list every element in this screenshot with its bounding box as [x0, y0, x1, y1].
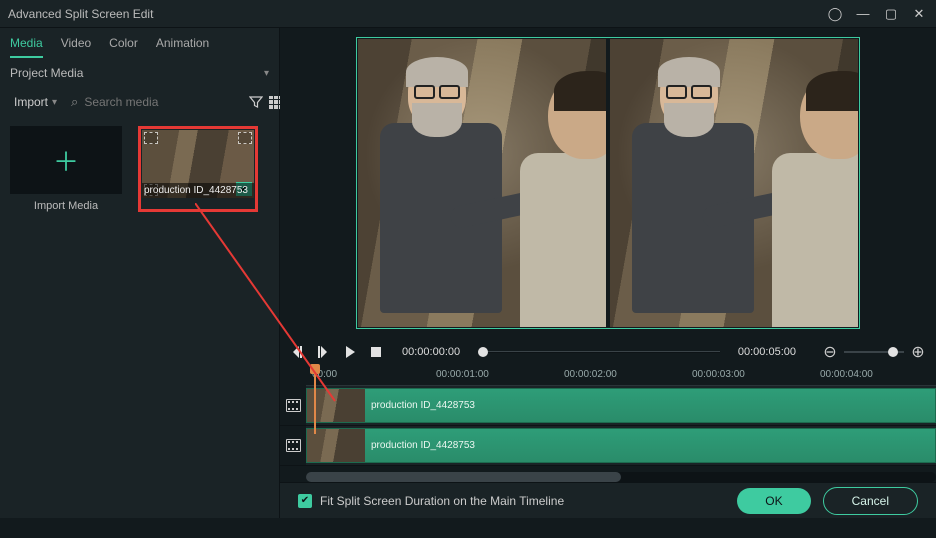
sidebar: Media Video Color Animation Project Medi…: [0, 28, 280, 518]
help-icon[interactable]: ◯: [826, 5, 844, 23]
import-button[interactable]: Import ▾: [10, 92, 61, 112]
stop-button[interactable]: [368, 344, 384, 360]
clip-label: production ID_4428753: [371, 440, 475, 451]
title-bar: Advanced Split Screen Edit ◯ — ▢ ✕: [0, 0, 936, 28]
tab-bar: Media Video Color Animation: [0, 28, 279, 58]
timeline-clip[interactable]: production ID_4428753: [306, 428, 936, 463]
import-media-label: Import Media: [10, 200, 122, 212]
transport-bar: 00:00:00:00 00:00:05:00 ⊖ ⊕: [280, 338, 936, 366]
fit-duration-checkbox[interactable]: ✔ Fit Split Screen Duration on the Main …: [298, 494, 725, 508]
seek-slider[interactable]: [478, 345, 720, 359]
chevron-down-icon: ▾: [264, 68, 269, 79]
timeline-clip[interactable]: production ID_4428753: [306, 388, 936, 423]
project-media-label: Project Media: [10, 66, 264, 80]
import-toolbar: Import ▾ ⌕: [0, 88, 279, 116]
track-body[interactable]: production ID_4428753: [306, 426, 936, 465]
track-head-icon[interactable]: [280, 439, 306, 452]
zoom-in-button[interactable]: ⊕: [910, 344, 926, 360]
track-body[interactable]: production ID_4428753: [306, 386, 936, 425]
video-track-1: production ID_4428753: [280, 386, 936, 426]
clip-name-label: production ID_4428753: [142, 183, 254, 198]
timeline: 00:00 00:00:01:00 00:00:02:00 00:00:03:0…: [280, 366, 936, 482]
media-grid: ＋ Import Media ✔ production ID_4428753: [0, 116, 279, 222]
clip-label: production ID_4428753: [371, 400, 475, 411]
tab-color[interactable]: Color: [109, 36, 138, 58]
plus-icon: ＋: [53, 142, 79, 179]
project-media-dropdown[interactable]: Project Media ▾: [0, 58, 279, 88]
tab-media[interactable]: Media: [10, 36, 43, 58]
tracks: production ID_4428753 production ID_4428…: [280, 386, 936, 466]
current-timecode: 00:00:00:00: [402, 346, 460, 358]
maximize-button[interactable]: ▢: [882, 5, 900, 23]
preview-pane-left[interactable]: [358, 39, 606, 327]
import-media-tile[interactable]: ＋ Import Media: [10, 126, 122, 212]
timeline-ruler[interactable]: 00:00 00:00:01:00 00:00:02:00 00:00:03:0…: [306, 366, 936, 386]
fit-duration-label: Fit Split Screen Duration on the Main Ti…: [320, 494, 564, 508]
close-button[interactable]: ✕: [910, 5, 928, 23]
cancel-button[interactable]: Cancel: [823, 487, 918, 515]
main-area: Media Video Color Animation Project Medi…: [0, 28, 936, 518]
filmstrip-icon: [286, 399, 301, 412]
video-track-2: production ID_4428753: [280, 426, 936, 466]
ruler-tick: 00:00:04:00: [820, 369, 873, 380]
zoom-slider[interactable]: [844, 351, 904, 353]
search-field[interactable]: ⌕: [67, 92, 243, 112]
preview-pane-right[interactable]: [610, 39, 858, 327]
prev-frame-button[interactable]: [290, 344, 306, 360]
ruler-tick: 00:00:01:00: [436, 369, 489, 380]
playhead[interactable]: [314, 366, 316, 434]
search-input[interactable]: [84, 95, 239, 109]
duration-timecode: 00:00:05:00: [738, 346, 796, 358]
content-area: 00:00:00:00 00:00:05:00 ⊖ ⊕ 00:00 00:00:…: [280, 28, 936, 518]
ruler-tick: 00:00:03:00: [692, 369, 745, 380]
tab-video[interactable]: Video: [61, 36, 91, 58]
next-frame-button[interactable]: [316, 344, 332, 360]
window-title: Advanced Split Screen Edit: [8, 7, 816, 21]
filter-icon[interactable]: [249, 94, 263, 110]
preview-area: [280, 28, 936, 338]
import-label: Import: [14, 95, 48, 109]
play-button[interactable]: [342, 344, 358, 360]
track-head-icon[interactable]: [280, 399, 306, 412]
zoom-control: ⊖ ⊕: [822, 344, 926, 360]
footer: ✔ Fit Split Screen Duration on the Main …: [280, 482, 936, 518]
checkbox-icon: ✔: [298, 494, 312, 508]
zoom-out-button[interactable]: ⊖: [822, 344, 838, 360]
ok-button[interactable]: OK: [737, 488, 810, 514]
filmstrip-icon: [286, 439, 301, 452]
media-clip-tile[interactable]: ✔ production ID_4428753: [138, 126, 258, 212]
search-icon: ⌕: [71, 94, 78, 110]
tab-animation[interactable]: Animation: [156, 36, 209, 58]
timeline-scrollbar[interactable]: [306, 472, 936, 482]
minimize-button[interactable]: —: [854, 5, 872, 23]
split-screen-preview[interactable]: [356, 37, 860, 329]
chevron-down-icon: ▾: [52, 97, 57, 108]
ruler-tick: 00:00:02:00: [564, 369, 617, 380]
